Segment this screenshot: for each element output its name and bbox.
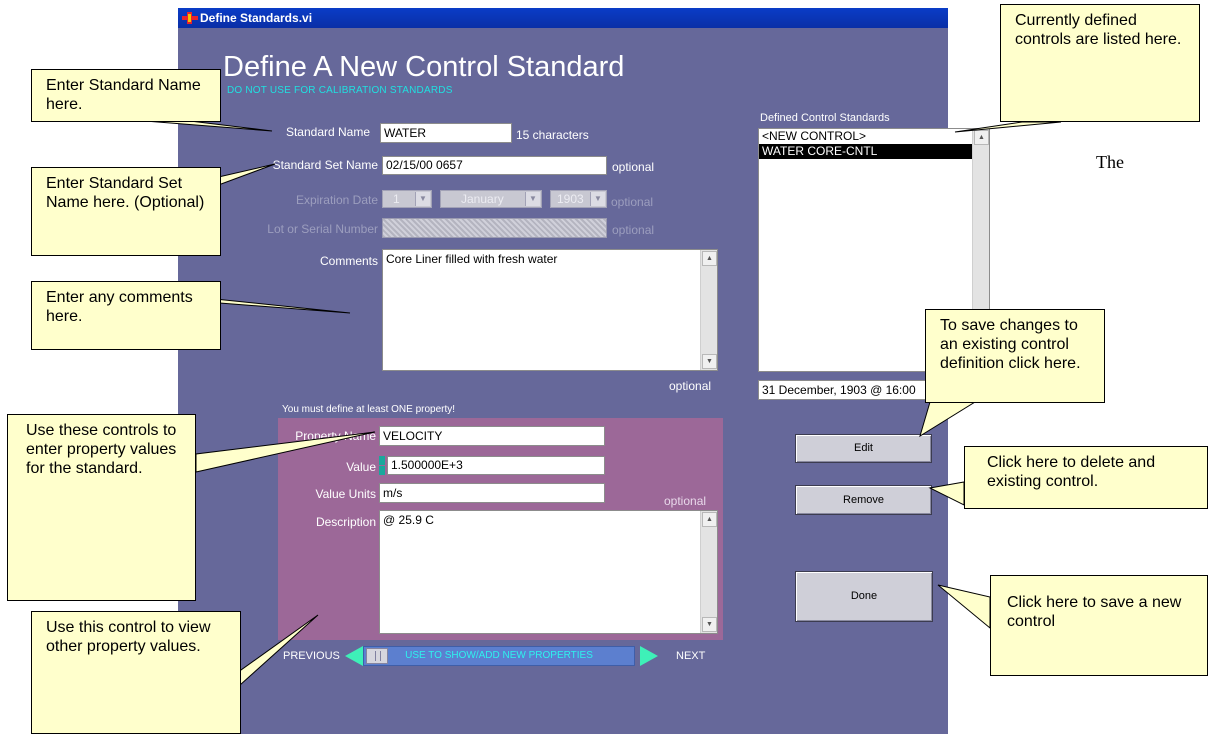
callout-slider: Use this control to view other property … [31, 611, 241, 734]
callout-comments: Enter any comments here. [31, 281, 221, 350]
callout-set-name: Enter Standard Set Name here. (Optional) [31, 167, 221, 256]
callout-done: Click here to save a new control [990, 575, 1208, 676]
callout-edit: To save changes to an existing control d… [925, 309, 1105, 403]
callout-property-controls: Use these controls to enter property val… [7, 414, 196, 601]
callout-defined-list: Currently defined controls are listed he… [1000, 4, 1200, 122]
callout-remove: Click here to delete and existing contro… [964, 446, 1208, 509]
callout-standard-name: Enter Standard Name here. [31, 69, 221, 122]
